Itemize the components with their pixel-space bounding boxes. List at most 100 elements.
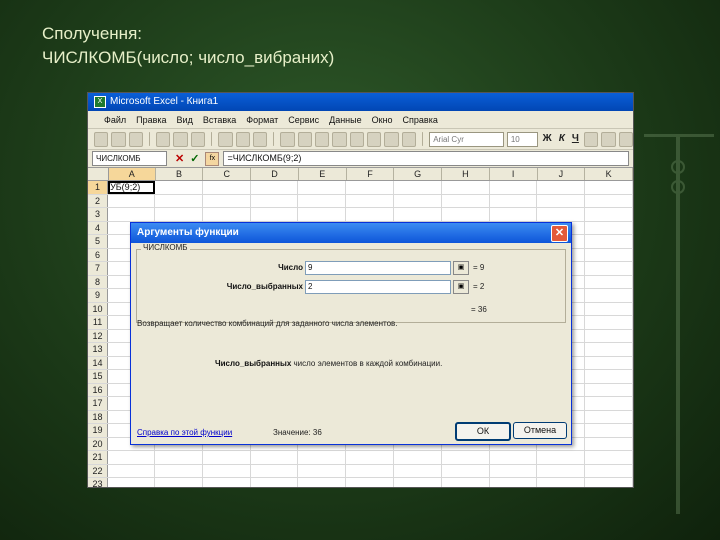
grid-cell[interactable] xyxy=(537,478,586,487)
row-header[interactable]: 2 xyxy=(88,194,109,207)
grid-cell[interactable] xyxy=(442,194,490,207)
underline-icon[interactable]: Ч xyxy=(570,133,581,146)
row-header[interactable]: 3 xyxy=(88,208,109,221)
align-left-icon[interactable] xyxy=(583,131,599,147)
grid-cell[interactable] xyxy=(442,208,490,221)
grid-cell[interactable] xyxy=(251,478,299,487)
row-header[interactable]: 9 xyxy=(88,289,109,302)
row-header[interactable]: 8 xyxy=(88,275,109,288)
collapse-dialog-icon[interactable]: ▣ xyxy=(453,280,469,294)
font-name-select[interactable]: Arial Cyr xyxy=(429,131,504,147)
row-header[interactable]: 1 xyxy=(88,181,109,194)
grid-cell[interactable] xyxy=(155,208,203,221)
row-header[interactable]: 16 xyxy=(88,383,109,396)
row-header[interactable]: 14 xyxy=(88,356,109,369)
row-header[interactable]: 13 xyxy=(88,343,109,356)
grid-cell[interactable] xyxy=(442,464,490,477)
grid-cell[interactable] xyxy=(155,194,203,207)
align-right-icon[interactable] xyxy=(618,131,633,147)
grid-cell[interactable] xyxy=(585,343,633,356)
grid-cell[interactable] xyxy=(442,181,490,194)
grid-cell[interactable] xyxy=(585,208,633,221)
grid-cell[interactable] xyxy=(585,370,633,383)
save-icon[interactable] xyxy=(128,131,144,147)
menu-item-edit[interactable]: Правка xyxy=(136,115,166,125)
number-chosen-argument-input[interactable]: 2 xyxy=(305,280,451,294)
print-icon[interactable] xyxy=(156,131,171,147)
grid-cell[interactable] xyxy=(585,451,633,464)
grid-cell[interactable] xyxy=(155,451,203,464)
row-header[interactable]: 5 xyxy=(88,235,109,248)
menu-item-data[interactable]: Данные xyxy=(329,115,362,125)
column-header[interactable]: D xyxy=(251,168,299,180)
grid-cell[interactable] xyxy=(585,262,633,275)
grid-cell[interactable] xyxy=(585,302,633,315)
grid-cell[interactable] xyxy=(298,181,347,194)
grid-cell[interactable] xyxy=(394,181,442,194)
spelling-icon[interactable] xyxy=(190,131,206,147)
row-header[interactable]: 17 xyxy=(88,397,109,410)
row-header[interactable]: 20 xyxy=(88,437,109,450)
column-header[interactable]: H xyxy=(442,168,490,180)
grid-cell[interactable] xyxy=(251,181,299,194)
grid-cell[interactable] xyxy=(490,451,538,464)
grid-cell[interactable] xyxy=(585,356,633,369)
row-header[interactable]: 23 xyxy=(88,478,109,487)
close-icon[interactable]: ✕ xyxy=(551,225,568,242)
column-header[interactable]: B xyxy=(156,168,204,180)
grid-cell[interactable] xyxy=(394,208,442,221)
collapse-dialog-icon[interactable]: ▣ xyxy=(453,261,469,275)
preview-icon[interactable] xyxy=(173,131,188,147)
autosum-icon[interactable] xyxy=(332,131,347,147)
grid-cell[interactable] xyxy=(155,464,203,477)
grid-cell[interactable] xyxy=(585,275,633,288)
grid-cell[interactable] xyxy=(585,410,633,423)
grid-cell[interactable] xyxy=(203,478,251,487)
grid-cell[interactable] xyxy=(585,316,633,329)
grid-cell[interactable] xyxy=(490,208,538,221)
grid-cell[interactable] xyxy=(585,397,633,410)
row-header[interactable]: 11 xyxy=(88,316,109,329)
help-link[interactable]: Справка по этой функции xyxy=(137,428,232,437)
menu-item-view[interactable]: Вид xyxy=(177,115,193,125)
grid-cell[interactable] xyxy=(203,464,251,477)
name-box[interactable]: ЧИСЛКОМБ xyxy=(92,151,167,166)
grid-cell[interactable] xyxy=(394,464,442,477)
formula-input[interactable]: =ЧИСЛКОМБ(9;2) xyxy=(223,151,629,166)
ok-button[interactable]: ОК xyxy=(455,422,511,441)
grid-cell[interactable] xyxy=(537,451,586,464)
help-icon[interactable] xyxy=(401,131,417,147)
grid-cell[interactable] xyxy=(585,329,633,342)
row-header[interactable]: 7 xyxy=(88,262,109,275)
row-header[interactable]: 4 xyxy=(88,221,109,234)
grid-cell[interactable] xyxy=(585,194,633,207)
grid-cell[interactable] xyxy=(394,451,442,464)
grid-cell[interactable] xyxy=(346,451,394,464)
grid-cell[interactable] xyxy=(537,181,586,194)
grid-cell[interactable] xyxy=(298,208,347,221)
grid-cell[interactable] xyxy=(585,221,633,234)
column-header[interactable]: K xyxy=(585,168,633,180)
row-header[interactable]: 10 xyxy=(88,302,109,315)
grid-cell[interactable] xyxy=(203,208,251,221)
grid-cell[interactable] xyxy=(490,464,538,477)
font-size-select[interactable]: 10 xyxy=(506,131,538,147)
grid-cell[interactable] xyxy=(108,464,155,477)
grid-cell[interactable] xyxy=(346,478,394,487)
grid-cell[interactable] xyxy=(537,464,586,477)
grid-cell[interactable] xyxy=(155,478,203,487)
grid-cell[interactable] xyxy=(298,464,347,477)
grid-cell[interactable] xyxy=(108,478,155,487)
menu-item-format[interactable]: Формат xyxy=(246,115,278,125)
menu-item-window[interactable]: Окно xyxy=(372,115,393,125)
column-header[interactable]: E xyxy=(299,168,347,180)
menu-item-help[interactable]: Справка xyxy=(403,115,438,125)
new-icon[interactable] xyxy=(94,131,109,147)
grid-cell[interactable] xyxy=(537,208,586,221)
active-cell[interactable]: УБ(9;2) xyxy=(108,181,155,194)
redo-icon[interactable] xyxy=(297,131,312,147)
grid-cell[interactable] xyxy=(203,181,251,194)
grid-cell[interactable] xyxy=(490,194,538,207)
column-header[interactable]: F xyxy=(347,168,395,180)
grid-cell[interactable] xyxy=(298,478,347,487)
